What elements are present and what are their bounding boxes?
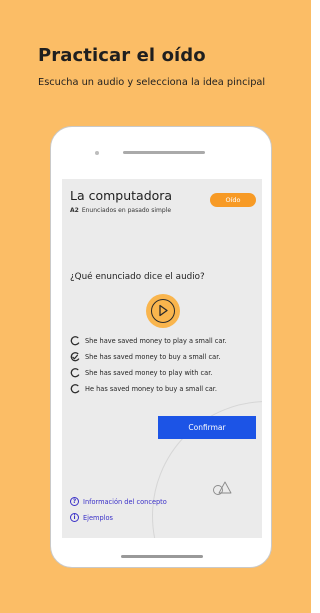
speaker-bar: [123, 151, 205, 154]
lesson-level: A2: [70, 207, 79, 214]
shapes-icon: [213, 481, 232, 495]
answer-option-1[interactable]: She have saved money to play a small car…: [70, 335, 227, 347]
examples-link[interactable]: i Ejemplos: [70, 512, 113, 523]
app-canvas: Practicar el oído Escucha un audio y sel…: [0, 0, 311, 613]
phone-screen: La computadora A2 Enunciados en pasado si…: [62, 179, 262, 538]
page-subtitle: Escucha un audio y selecciona la idea pi…: [38, 77, 266, 88]
radio-unselected-icon: [70, 384, 80, 394]
lesson-topic: Enunciados en pasado simple: [81, 207, 172, 214]
info-circle-icon: i: [70, 513, 79, 522]
answer-option-label: She has saved money to play with car.: [85, 369, 213, 377]
radio-unselected-icon: [70, 368, 80, 378]
answer-option-2[interactable]: She has saved money to buy a small car.: [70, 351, 220, 363]
play-icon: [151, 299, 175, 323]
concept-info-label: Información del concepto: [83, 497, 167, 506]
play-audio-button[interactable]: [146, 294, 180, 328]
skill-badge: Oído: [210, 193, 256, 207]
camera-dot: [95, 151, 99, 155]
examples-label: Ejemplos: [83, 513, 113, 522]
answer-option-label: She have saved money to play a small car…: [85, 337, 227, 345]
page-title: Practicar el oído: [38, 45, 206, 66]
radio-selected-icon: [70, 352, 80, 362]
question-text: ¿Qué enunciado dice el audio?: [70, 272, 205, 282]
answer-option-4[interactable]: He has saved money to buy a small car.: [70, 383, 217, 395]
home-indicator: [121, 555, 203, 558]
concept-info-link[interactable]: ? Información del concepto: [70, 496, 167, 507]
answer-option-label: He has saved money to buy a small car.: [85, 385, 218, 393]
answer-option-label: She has saved money to buy a small car.: [85, 353, 221, 361]
confirm-button[interactable]: Confirmar: [158, 416, 256, 439]
phone-frame: La computadora A2 Enunciados en pasado si…: [50, 126, 272, 568]
radio-unselected-icon: [70, 336, 80, 346]
answer-option-3[interactable]: She has saved money to play with car.: [70, 367, 212, 379]
lesson-title: La computadora: [70, 188, 173, 203]
question-circle-icon: ?: [70, 497, 79, 506]
lesson-meta: A2 Enunciados en pasado simple: [70, 207, 171, 214]
